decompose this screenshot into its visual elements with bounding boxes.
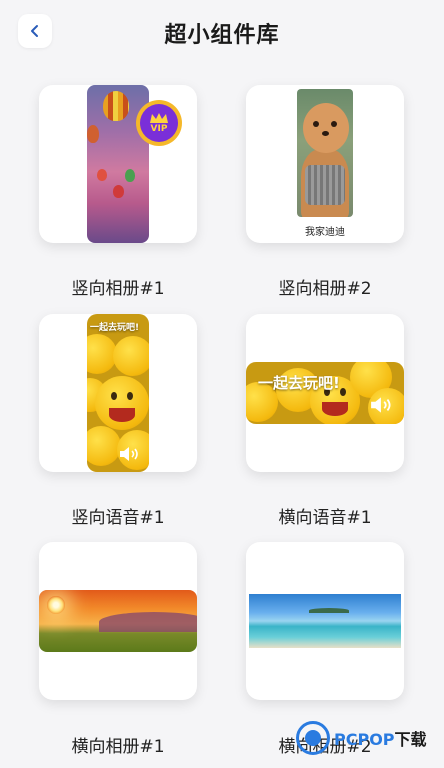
watermark-brand: PCPOP: [334, 730, 395, 749]
widget-label: 竖向相册#1: [71, 279, 165, 299]
dog-photo: [297, 89, 353, 217]
emoji-photo: 一起去玩吧!: [87, 314, 149, 472]
widget-label: 横向语音#1: [278, 508, 372, 528]
widget-card-horizontal-voice-1[interactable]: 一起去玩吧!: [246, 314, 404, 472]
sunset-photo: [39, 590, 197, 652]
widget-label: 竖向语音#1: [71, 508, 165, 528]
voice-text: 一起去玩吧!: [258, 374, 340, 392]
emoji-photo: 一起去玩吧!: [246, 362, 404, 424]
header: 超小组件库: [0, 0, 444, 64]
widget-label: 横向相册#1: [71, 737, 165, 757]
widget-card-horizontal-album-1[interactable]: [39, 542, 197, 700]
photo-caption: 我家迪迪: [305, 227, 345, 238]
vip-label: VIP: [150, 124, 168, 134]
pcpop-logo-icon: [296, 721, 330, 755]
voice-text: 一起去玩吧!: [90, 323, 140, 333]
speaker-icon: [120, 447, 138, 461]
vip-badge: VIP: [136, 100, 182, 146]
widget-card-vertical-voice-1[interactable]: 一起去玩吧!: [39, 314, 197, 472]
beach-photo: [249, 594, 401, 648]
speaker-icon: [371, 397, 391, 413]
widget-card-vertical-album-1[interactable]: VIP: [39, 85, 197, 243]
watermark-suffix: 下载: [394, 730, 427, 749]
page-title: 超小组件库: [164, 23, 280, 48]
crown-icon: [150, 113, 168, 123]
widget-card-horizontal-album-2[interactable]: [246, 542, 404, 700]
watermark: PCPOP下载: [296, 718, 427, 758]
widget-label: 竖向相册#2: [278, 279, 372, 299]
widget-card-vertical-album-2[interactable]: 我家迪迪: [246, 85, 404, 243]
